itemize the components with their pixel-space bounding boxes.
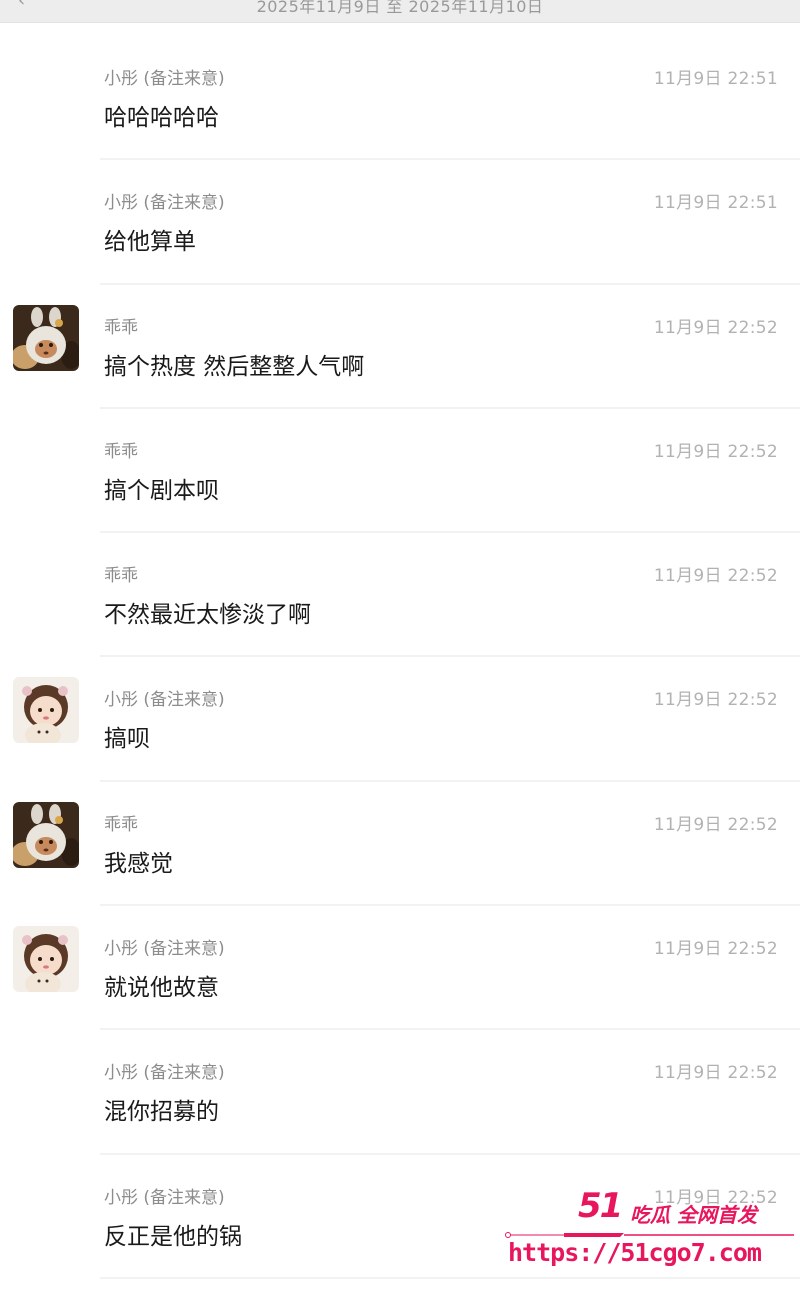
- message-text: 就说他故意: [104, 975, 219, 1002]
- message-row[interactable]: 小彤 (备注来意) 11月9日 22:51 哈哈哈哈哈: [0, 36, 800, 161]
- message-row[interactable]: 小彤 (备注来意) 11月9日 22:52 混你招募的: [0, 1030, 800, 1155]
- message-row[interactable]: 乖乖 11月9日 22:52 搞个热度 然后整整人气啊: [0, 285, 800, 409]
- message-row[interactable]: 乖乖 11月9日 22:52 我感觉: [0, 782, 800, 907]
- sender-name: 乖乖: [104, 441, 138, 462]
- message-row[interactable]: 小彤 (备注来意) 11月9日 22:52 搞呗: [0, 657, 800, 782]
- sender-name: 小彤 (备注来意): [104, 193, 225, 214]
- girl-avatar[interactable]: [13, 677, 79, 744]
- sender-name: 小彤 (备注来意): [104, 690, 225, 711]
- message-time: 11月9日 22:52: [653, 441, 778, 462]
- message-text: 哈哈哈哈哈: [104, 105, 219, 131]
- watermark-url: https://51cgo7.com: [508, 1238, 762, 1267]
- message-text: 反正是他的锅: [104, 1223, 242, 1250]
- message-time: 11月9日 22:52: [653, 690, 778, 711]
- sender-name: 小彤 (备注来意): [104, 69, 225, 89]
- message-time: 11月9日 22:52: [653, 1063, 778, 1084]
- message-text: 搞呗: [104, 726, 150, 753]
- watermark-brand: 51: [578, 1186, 623, 1226]
- sender-name: 乖乖: [104, 814, 138, 835]
- message-row[interactable]: 乖乖 11月9日 22:52 搞个剧本呗: [0, 409, 800, 534]
- plush-toy-avatar[interactable]: [13, 801, 79, 868]
- site-watermark: 51 吃瓜 全网首发 https://51cgo7.com: [500, 1186, 800, 1291]
- plush-toy-avatar[interactable]: [13, 304, 79, 371]
- message-text: 给他算单: [104, 229, 196, 256]
- girl-avatar[interactable]: [13, 926, 79, 993]
- message-text: 不然最近太惨淡了啊: [104, 602, 311, 629]
- message-text: 搞个热度 然后整整人气啊: [104, 353, 365, 380]
- sender-name: 乖乖: [104, 566, 138, 587]
- sender-name: 小彤 (备注来意): [104, 1063, 225, 1084]
- sender-name: 小彤 (备注来意): [104, 939, 225, 960]
- date-range-bar: ‹ 2025年11月9日 至 2025年11月10日: [0, 0, 800, 23]
- message-row[interactable]: 小彤 (备注来意) 11月9日 22:52 就说他故意: [0, 906, 800, 1031]
- chat-history-page: ‹ 2025年11月9日 至 2025年11月10日 小彤 (备注来意) 11月…: [0, 0, 800, 1297]
- sender-name: 乖乖: [104, 317, 138, 338]
- message-text: 搞个剧本呗: [104, 477, 219, 504]
- message-time: 11月9日 22:52: [653, 566, 778, 587]
- message-time: 11月9日 22:51: [653, 193, 778, 214]
- message-time: 11月9日 22:52: [653, 939, 778, 960]
- message-time: 11月9日 22:51: [653, 69, 778, 89]
- message-row[interactable]: 小彤 (备注来意) 11月9日 22:51 给他算单: [0, 160, 800, 285]
- date-range-label: 2025年11月9日 至 2025年11月10日: [256, 0, 544, 16]
- message-list: 小彤 (备注来意) 11月9日 22:51 哈哈哈哈哈 小彤 (备注来意) 11…: [0, 36, 800, 1279]
- message-text: 我感觉: [104, 850, 173, 877]
- message-row[interactable]: 乖乖 11月9日 22:52 不然最近太惨淡了啊: [0, 533, 800, 658]
- message-text: 混你招募的: [104, 1099, 219, 1126]
- sender-name: 小彤 (备注来意): [104, 1187, 225, 1208]
- message-time: 11月9日 22:52: [653, 317, 778, 338]
- message-time: 11月9日 22:52: [653, 814, 778, 835]
- watermark-tagline: 吃瓜 全网首发: [630, 1203, 757, 1227]
